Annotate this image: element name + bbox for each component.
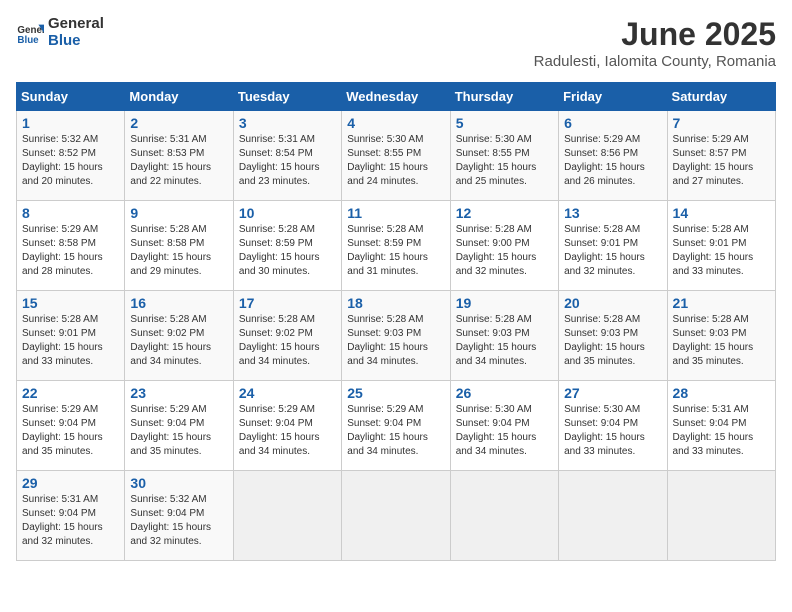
day-11: 11 Sunrise: 5:28 AMSunset: 8:59 PMDaylig… xyxy=(342,201,450,291)
day-15: 15 Sunrise: 5:28 AMSunset: 9:01 PMDaylig… xyxy=(17,291,125,381)
table-row: 29 Sunrise: 5:31 AMSunset: 9:04 PMDaylig… xyxy=(17,471,776,561)
col-monday: Monday xyxy=(125,83,233,111)
empty-cell xyxy=(233,471,341,561)
table-row: 1 Sunrise: 5:32 AMSunset: 8:52 PMDayligh… xyxy=(17,111,776,201)
day-18: 18 Sunrise: 5:28 AMSunset: 9:03 PMDaylig… xyxy=(342,291,450,381)
col-friday: Friday xyxy=(559,83,667,111)
day-30: 30 Sunrise: 5:32 AMSunset: 9:04 PMDaylig… xyxy=(125,471,233,561)
day-24: 24 Sunrise: 5:29 AMSunset: 9:04 PMDaylig… xyxy=(233,381,341,471)
day-19: 19 Sunrise: 5:28 AMSunset: 9:03 PMDaylig… xyxy=(450,291,558,381)
table-row: 22 Sunrise: 5:29 AMSunset: 9:04 PMDaylig… xyxy=(17,381,776,471)
day-21: 21 Sunrise: 5:28 AMSunset: 9:03 PMDaylig… xyxy=(667,291,775,381)
day-23: 23 Sunrise: 5:29 AMSunset: 9:04 PMDaylig… xyxy=(125,381,233,471)
day-6: 6 Sunrise: 5:29 AMSunset: 8:56 PMDayligh… xyxy=(559,111,667,201)
day-12: 12 Sunrise: 5:28 AMSunset: 9:00 PMDaylig… xyxy=(450,201,558,291)
day-3: 3 Sunrise: 5:31 AMSunset: 8:54 PMDayligh… xyxy=(233,111,341,201)
logo: General Blue General Blue xyxy=(16,16,104,49)
empty-cell xyxy=(667,471,775,561)
day-8: 8 Sunrise: 5:29 AMSunset: 8:58 PMDayligh… xyxy=(17,201,125,291)
page-subtitle: Radulesti, Ialomita County, Romania xyxy=(534,53,776,70)
col-wednesday: Wednesday xyxy=(342,83,450,111)
table-row: 15 Sunrise: 5:28 AMSunset: 9:01 PMDaylig… xyxy=(17,291,776,381)
day-13: 13 Sunrise: 5:28 AMSunset: 9:01 PMDaylig… xyxy=(559,201,667,291)
title-area: June 2025 Radulesti, Ialomita County, Ro… xyxy=(534,16,776,70)
empty-cell xyxy=(450,471,558,561)
day-16: 16 Sunrise: 5:28 AMSunset: 9:02 PMDaylig… xyxy=(125,291,233,381)
calendar-header-row: Sunday Monday Tuesday Wednesday Thursday… xyxy=(17,83,776,111)
calendar-table: Sunday Monday Tuesday Wednesday Thursday… xyxy=(16,82,776,561)
col-tuesday: Tuesday xyxy=(233,83,341,111)
logo-blue: Blue xyxy=(48,33,104,50)
empty-cell xyxy=(559,471,667,561)
day-20: 20 Sunrise: 5:28 AMSunset: 9:03 PMDaylig… xyxy=(559,291,667,381)
day-17: 17 Sunrise: 5:28 AMSunset: 9:02 PMDaylig… xyxy=(233,291,341,381)
day-1: 1 Sunrise: 5:32 AMSunset: 8:52 PMDayligh… xyxy=(17,111,125,201)
day-25: 25 Sunrise: 5:29 AMSunset: 9:04 PMDaylig… xyxy=(342,381,450,471)
empty-cell xyxy=(342,471,450,561)
col-saturday: Saturday xyxy=(667,83,775,111)
col-sunday: Sunday xyxy=(17,83,125,111)
day-29: 29 Sunrise: 5:31 AMSunset: 9:04 PMDaylig… xyxy=(17,471,125,561)
day-14: 14 Sunrise: 5:28 AMSunset: 9:01 PMDaylig… xyxy=(667,201,775,291)
logo-icon: General Blue xyxy=(16,19,44,47)
day-10: 10 Sunrise: 5:28 AMSunset: 8:59 PMDaylig… xyxy=(233,201,341,291)
day-9: 9 Sunrise: 5:28 AMSunset: 8:58 PMDayligh… xyxy=(125,201,233,291)
day-28: 28 Sunrise: 5:31 AMSunset: 9:04 PMDaylig… xyxy=(667,381,775,471)
day-22: 22 Sunrise: 5:29 AMSunset: 9:04 PMDaylig… xyxy=(17,381,125,471)
page-title: June 2025 xyxy=(534,16,776,53)
day-5: 5 Sunrise: 5:30 AMSunset: 8:55 PMDayligh… xyxy=(450,111,558,201)
logo-general: General xyxy=(48,16,104,33)
table-row: 8 Sunrise: 5:29 AMSunset: 8:58 PMDayligh… xyxy=(17,201,776,291)
svg-text:Blue: Blue xyxy=(17,34,39,45)
day-26: 26 Sunrise: 5:30 AMSunset: 9:04 PMDaylig… xyxy=(450,381,558,471)
day-7: 7 Sunrise: 5:29 AMSunset: 8:57 PMDayligh… xyxy=(667,111,775,201)
day-4: 4 Sunrise: 5:30 AMSunset: 8:55 PMDayligh… xyxy=(342,111,450,201)
page-header: General Blue General Blue June 2025 Radu… xyxy=(16,16,776,70)
col-thursday: Thursday xyxy=(450,83,558,111)
day-27: 27 Sunrise: 5:30 AMSunset: 9:04 PMDaylig… xyxy=(559,381,667,471)
day-2: 2 Sunrise: 5:31 AMSunset: 8:53 PMDayligh… xyxy=(125,111,233,201)
